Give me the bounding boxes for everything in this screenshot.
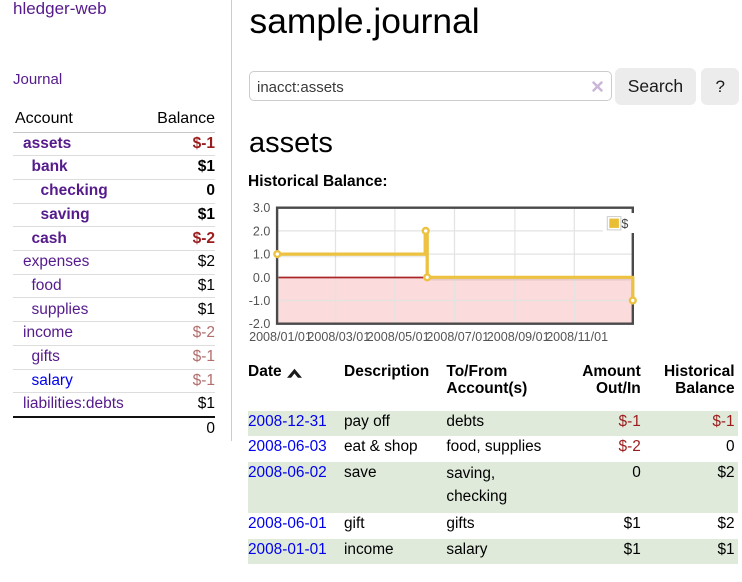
svg-text:2008/11/01: 2008/11/01 [546, 330, 608, 344]
svg-text:2.0: 2.0 [253, 224, 270, 238]
svg-text:1.0: 1.0 [253, 248, 270, 262]
svg-text:0.0: 0.0 [253, 271, 270, 285]
svg-text:2008/05/01: 2008/05/01 [367, 330, 430, 344]
svg-text:2008/03/01: 2008/03/01 [307, 330, 370, 344]
svg-text:3.0: 3.0 [253, 201, 270, 215]
svg-text:2008/07/01: 2008/07/01 [426, 330, 489, 344]
svg-text:2008/09/01: 2008/09/01 [487, 330, 550, 344]
svg-text:-1.0: -1.0 [249, 294, 271, 308]
svg-text:$: $ [621, 217, 628, 231]
svg-text:2008/01/01: 2008/01/01 [249, 330, 312, 344]
